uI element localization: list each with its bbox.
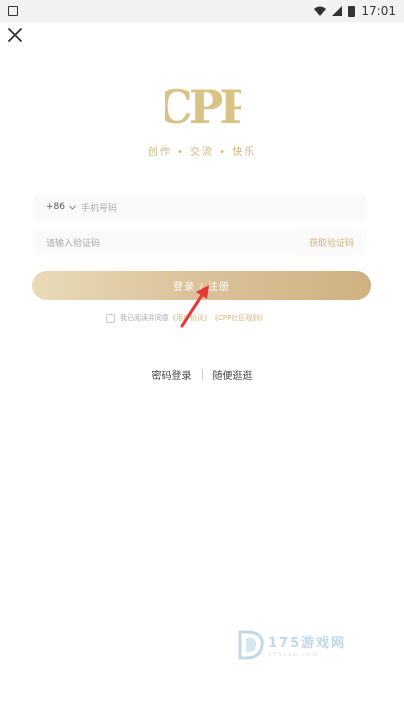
browse-link[interactable]: 随便逛逛 — [213, 367, 253, 382]
signal-icon — [332, 6, 343, 16]
app-logo: CPP — [165, 80, 241, 134]
agreement-prefix: 我已阅读并同意 — [120, 314, 169, 322]
notification-icon — [8, 6, 18, 16]
password-login-link[interactable]: 密码登录 — [152, 367, 192, 382]
phone-field[interactable]: +86 手机号码 — [34, 194, 366, 220]
annotation-arrow-icon — [180, 285, 209, 328]
agreement-checkbox[interactable] — [106, 313, 115, 323]
phone-input[interactable]: 手机号码 — [81, 201, 117, 214]
alternative-actions: 密码登录 随便逛逛 — [0, 367, 404, 382]
watermark: 175游戏网 175xzw.com — [236, 628, 346, 662]
chevron-down-icon[interactable] — [69, 204, 76, 210]
watermark-logo-icon — [238, 630, 264, 660]
divider — [201, 369, 203, 380]
close-icon — [8, 28, 22, 42]
watermark-text: 175游戏网 175xzw.com — [268, 632, 346, 658]
status-time: 17:01 — [361, 4, 396, 18]
country-code-selector[interactable]: +86 — [46, 202, 65, 212]
verification-code-field[interactable]: 请输入验证码 获取验证码 — [34, 229, 366, 255]
wifi-icon — [314, 6, 327, 16]
get-code-button[interactable]: 获取验证码 — [309, 236, 354, 249]
verification-code-input[interactable]: 请输入验证码 — [46, 236, 100, 249]
status-right: 17:01 — [314, 4, 396, 18]
close-button[interactable] — [5, 25, 25, 45]
svg-text:CPP: CPP — [165, 80, 241, 134]
community-rules-link[interactable]: 《CPP社区规则》 — [211, 313, 266, 323]
battery-icon — [348, 5, 356, 17]
tagline: 创作 • 交流 • 快乐 — [147, 147, 257, 158]
status-left — [8, 6, 18, 16]
status-bar: 17:01 — [0, 0, 404, 22]
watermark-title: 175游戏网 — [268, 636, 347, 651]
watermark-subtitle: 175xzw.com — [268, 652, 320, 658]
